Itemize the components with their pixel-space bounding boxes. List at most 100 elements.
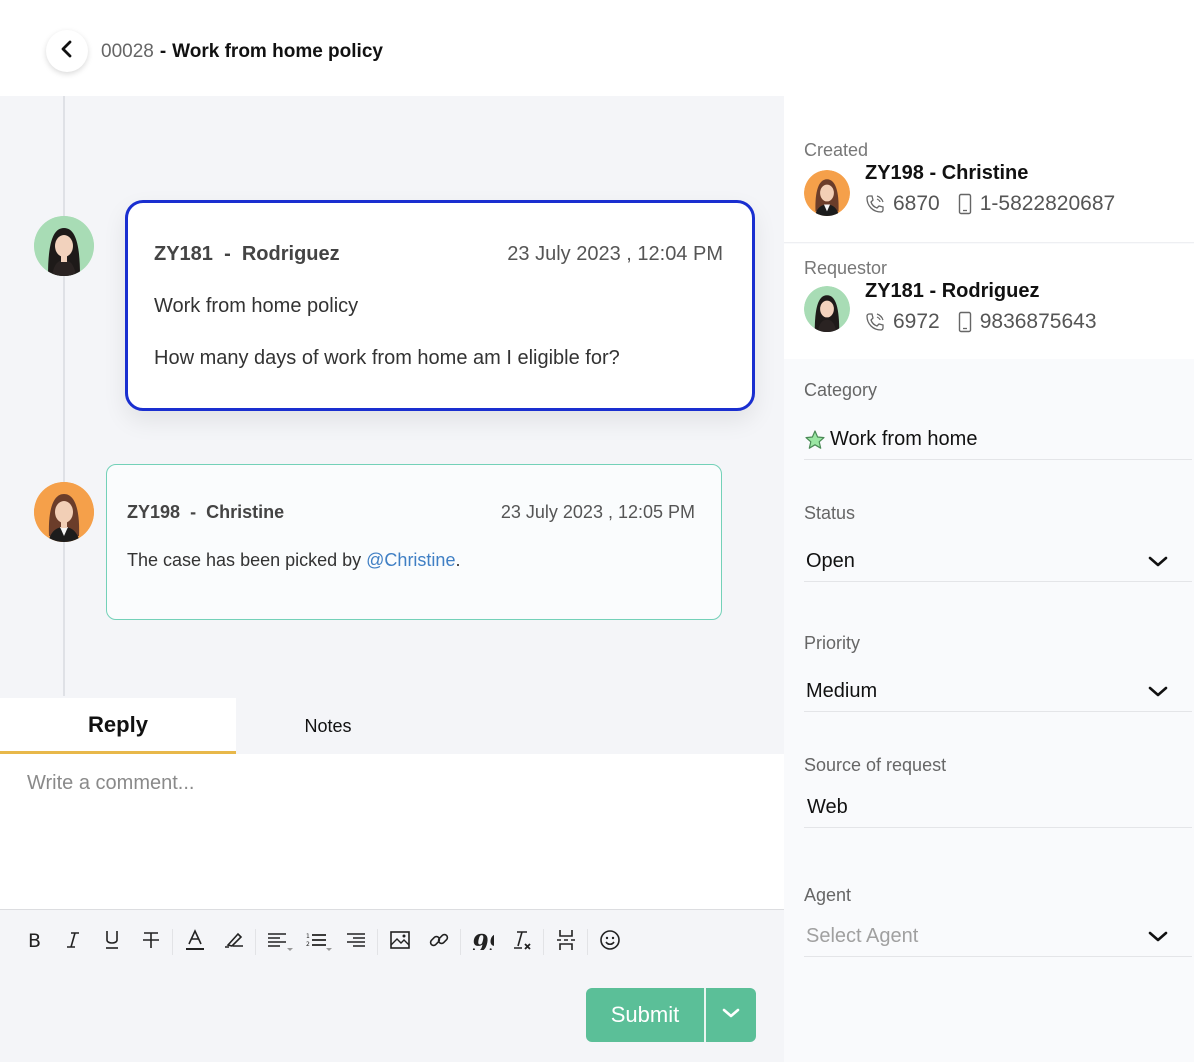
page-title: 00028- Work from home policy [101, 40, 383, 64]
requestor-contacts: 6972 9836875643 [865, 310, 1097, 334]
submit-options-button[interactable] [706, 988, 756, 1042]
message-body: The case has been picked by @Christine. [127, 550, 461, 570]
toolbar-divider [172, 929, 173, 955]
svg-text:1: 1 [306, 933, 310, 940]
message-author: ZY198 - Christine [127, 502, 285, 522]
message-body: How many days of work from home am I eli… [154, 347, 620, 369]
quote-button[interactable]: 99 [463, 924, 506, 960]
chevron-down-icon [1148, 927, 1168, 950]
clear-format-button[interactable] [502, 924, 541, 960]
avatar-rodriguez [804, 286, 850, 332]
composer-tabs: Reply Notes [0, 698, 784, 754]
source-label: Source of request [804, 755, 947, 775]
chevron-left-icon [59, 39, 75, 64]
requestor-name: ZY181 - Rodriguez [865, 280, 1040, 302]
ordered-list-icon: 12 [306, 932, 328, 953]
priority-label: Priority [804, 633, 861, 653]
priority-field: Priority Medium [804, 633, 1192, 712]
toolbar-divider [460, 929, 461, 955]
font-color-icon [185, 928, 205, 956]
emoji-icon [599, 929, 621, 956]
align-button[interactable] [258, 924, 297, 960]
toolbar-divider [377, 929, 378, 955]
emoji-button[interactable] [590, 924, 629, 960]
ordered-list-button[interactable]: 12 [297, 924, 336, 960]
bold-icon: B [25, 930, 43, 955]
star-icon [804, 429, 826, 451]
mobile-icon [958, 311, 972, 333]
svg-text:99: 99 [472, 930, 494, 950]
message-subject: Work from home policy [154, 295, 359, 317]
tab-notes[interactable]: Notes [236, 698, 420, 754]
status-field: Status Open [804, 503, 1192, 582]
source-value: Web [804, 788, 1192, 828]
requestor-block: Requestor ZY181 - Rodriguez 6972 9836875… [784, 244, 1194, 359]
message-card-requestor: ZY181 - Rodriguez 23 July 2023 , 12:04 P… [125, 200, 755, 411]
created-by-contacts: 6870 1-5822820687 [865, 192, 1115, 216]
chevron-down-icon [1148, 552, 1168, 575]
highlight-button[interactable] [214, 924, 253, 960]
message-timestamp: 23 July 2023 , 12:05 PM [500, 502, 695, 522]
tab-reply[interactable]: Reply [0, 698, 236, 754]
message-author: ZY181 - Rodriguez [154, 243, 340, 265]
status-label: Status [804, 503, 856, 523]
source-field: Source of request Web [804, 755, 1192, 828]
image-icon [389, 930, 411, 955]
underline-button[interactable] [92, 924, 131, 960]
agent-label: Agent [804, 885, 852, 905]
case-number: 00028 [101, 41, 154, 62]
link-icon [428, 929, 450, 956]
toolbar-divider [587, 929, 588, 955]
indent-icon [345, 932, 367, 953]
indent-button[interactable] [336, 924, 375, 960]
italic-button[interactable] [53, 924, 92, 960]
mobile-number: 9836875643 [979, 310, 1097, 333]
mobile-number: 1-5822820687 [979, 192, 1116, 215]
conversation-pane: ZY181 - Rodriguez 23 July 2023 , 12:04 P… [0, 96, 784, 1062]
back-button[interactable] [46, 30, 88, 72]
avatar-christine [804, 170, 850, 216]
strikethrough-icon [141, 930, 161, 955]
submit-button[interactable]: Submit [586, 988, 704, 1042]
insert-link-button[interactable] [419, 924, 458, 960]
bold-button[interactable]: B [14, 924, 53, 960]
svg-text:2: 2 [306, 941, 310, 948]
toolbar-divider [543, 929, 544, 955]
status-select[interactable]: Open [804, 542, 1192, 582]
page-break-icon [556, 929, 576, 956]
underline-icon [103, 929, 121, 956]
align-icon [267, 932, 289, 953]
font-color-button[interactable] [175, 924, 214, 960]
mobile-icon [958, 193, 972, 215]
category-field: Category Work from home [804, 380, 1192, 460]
requestor-label: Requestor [804, 258, 888, 278]
case-details-sidebar: Created ZY198 - Christine 6870 1-5822820… [784, 96, 1194, 1062]
page-break-button[interactable] [546, 924, 585, 960]
italic-icon [64, 930, 82, 955]
strikethrough-button[interactable] [131, 924, 170, 960]
chevron-down-icon [722, 1006, 740, 1024]
page-header: 00028- Work from home policy [0, 0, 1194, 96]
chevron-down-icon [1148, 682, 1168, 705]
svg-text:B: B [28, 930, 41, 950]
formatting-toolbar: B 12 9 [14, 922, 629, 962]
comment-editor [0, 754, 784, 910]
clear-format-icon [511, 929, 533, 956]
case-title: Work from home policy [172, 41, 383, 62]
message-timestamp: 23 July 2023 , 12:04 PM [507, 243, 723, 265]
title-separator: - [159, 41, 167, 62]
category-label: Category [804, 380, 878, 400]
quote-icon: 99 [472, 929, 506, 958]
submit-button-group: Submit [586, 988, 756, 1042]
priority-select[interactable]: Medium [804, 672, 1192, 712]
mention-link[interactable]: @Christine [366, 550, 455, 570]
insert-image-button[interactable] [380, 924, 419, 960]
comment-input[interactable] [0, 754, 784, 909]
highlight-icon [223, 930, 245, 955]
phone-icon [865, 194, 885, 214]
created-by-name: ZY198 - Christine [865, 162, 1029, 184]
message-card-agent: ZY198 - Christine 23 July 2023 , 12:05 P… [106, 464, 722, 620]
agent-select[interactable]: Select Agent [804, 917, 1192, 957]
avatar-christine [34, 482, 94, 542]
caret-down-icon [326, 948, 332, 951]
